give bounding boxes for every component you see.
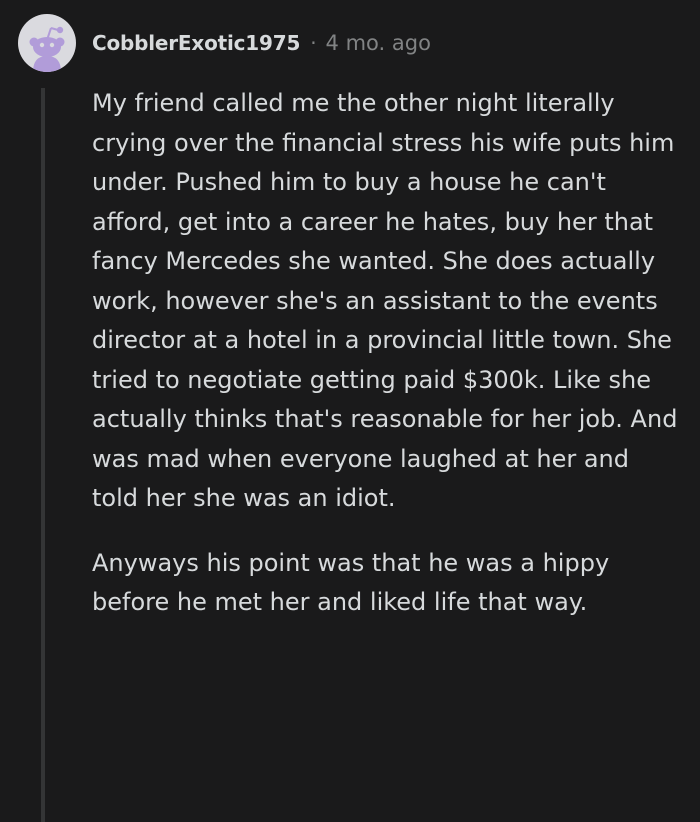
comment-body: My friend called me the other night lite… [92,84,682,623]
comment: CobblerExotic1975 · 4 mo. ago My friend … [0,0,700,822]
thread-line[interactable] [41,88,45,822]
snoo-avatar-icon [29,26,65,72]
username-link[interactable]: CobblerExotic1975 [92,31,300,55]
comment-header: CobblerExotic1975 · 4 mo. ago [92,28,431,58]
comment-paragraph: Anyways his point was that he was a hipp… [92,548,610,617]
comment-paragraph: My friend called me the other night lite… [92,89,678,512]
user-avatar[interactable] [18,14,76,72]
meta-separator: · [310,31,317,55]
comment-timestamp[interactable]: 4 mo. ago [326,31,431,55]
